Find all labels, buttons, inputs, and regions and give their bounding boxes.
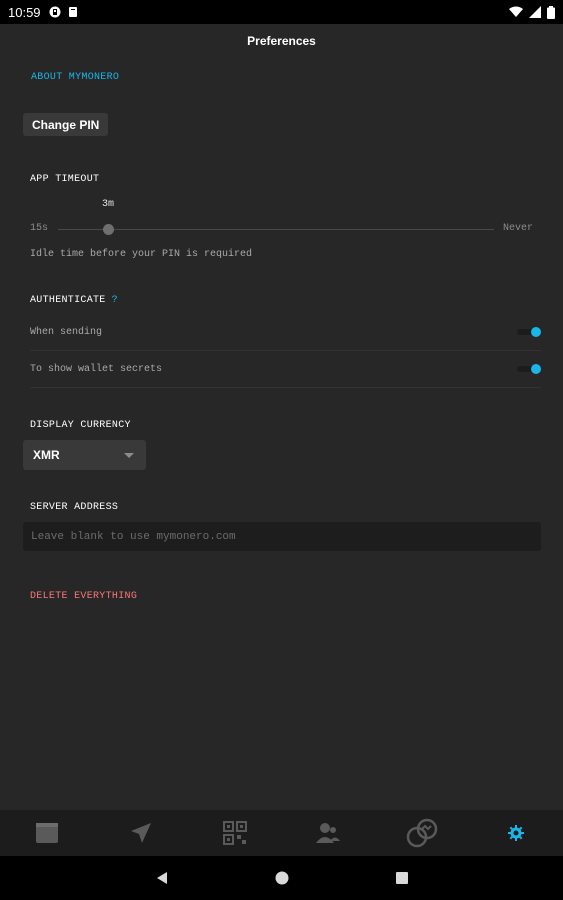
wallet-secrets-toggle[interactable] bbox=[517, 364, 541, 374]
status-bar: 10:59 bbox=[0, 0, 563, 24]
chevron-down-icon bbox=[124, 452, 134, 458]
toggle-knob bbox=[531, 327, 541, 337]
exchange-tab[interactable] bbox=[376, 810, 469, 856]
wallet-icon bbox=[35, 823, 58, 843]
system-nav-bar bbox=[0, 856, 563, 900]
wallet-secrets-label: To show wallet secrets bbox=[30, 363, 163, 375]
status-time: 10:59 bbox=[8, 4, 41, 20]
display-currency-heading: DISPLAY CURRENCY bbox=[30, 420, 131, 431]
gear-icon bbox=[508, 825, 525, 841]
contacts-tab[interactable] bbox=[282, 810, 375, 856]
exchange-icon bbox=[406, 818, 438, 848]
currency-select[interactable]: XMR bbox=[23, 440, 146, 470]
top-bar: Preferences bbox=[0, 24, 563, 58]
tab-bar bbox=[0, 810, 563, 856]
authenticate-label: AUTHENTICATE bbox=[30, 295, 106, 306]
clipboard-icon bbox=[68, 7, 77, 17]
page-title: Preferences bbox=[247, 34, 316, 48]
home-button[interactable] bbox=[222, 856, 342, 900]
notification-icon bbox=[49, 6, 61, 18]
send-tab[interactable] bbox=[94, 810, 187, 856]
contacts-icon bbox=[316, 823, 341, 843]
back-triangle-icon bbox=[156, 872, 167, 884]
change-pin-button[interactable]: Change PIN bbox=[23, 113, 109, 136]
signal-icon bbox=[529, 6, 541, 18]
timeout-min-label: 15s bbox=[30, 223, 49, 234]
back-button[interactable] bbox=[102, 856, 222, 900]
send-icon bbox=[130, 823, 151, 843]
timeout-max-label: Never bbox=[503, 223, 534, 234]
server-address-input[interactable] bbox=[23, 522, 541, 551]
battery-icon bbox=[547, 5, 555, 19]
qr-code-icon bbox=[222, 821, 247, 845]
preferences-screen: Preferences ABOUT MYMONERO Change PIN AP… bbox=[0, 24, 563, 810]
wifi-icon bbox=[509, 6, 523, 17]
change-pin-label: Change PIN bbox=[32, 117, 100, 132]
recents-button[interactable] bbox=[342, 856, 462, 900]
timeout-slider-track[interactable] bbox=[58, 229, 494, 230]
server-address-heading: SERVER ADDRESS bbox=[30, 502, 119, 513]
home-circle-icon bbox=[275, 871, 288, 885]
authenticate-heading: AUTHENTICATE? bbox=[30, 295, 118, 306]
toggle-row-wallet-secrets: To show wallet secrets bbox=[30, 351, 541, 388]
timeout-slider-thumb[interactable] bbox=[102, 224, 114, 235]
settings-tab[interactable] bbox=[470, 810, 563, 856]
currency-selected-value: XMR bbox=[33, 448, 60, 462]
when-sending-toggle[interactable] bbox=[517, 327, 541, 337]
request-tab[interactable] bbox=[188, 810, 281, 856]
about-mymonero-link[interactable]: ABOUT MYMONERO bbox=[31, 72, 119, 83]
wallets-tab[interactable] bbox=[0, 810, 93, 856]
timeout-help-text: Idle time before your PIN is required bbox=[30, 249, 253, 260]
when-sending-label: When sending bbox=[30, 326, 103, 338]
timeout-value: 3m bbox=[102, 199, 115, 210]
app-timeout-heading: APP TIMEOUT bbox=[30, 174, 100, 185]
toggle-row-when-sending: When sending bbox=[30, 314, 541, 351]
recents-square-icon bbox=[395, 872, 408, 884]
authenticate-help-icon[interactable]: ? bbox=[112, 295, 118, 306]
toggle-knob bbox=[531, 364, 541, 374]
delete-everything-button[interactable]: DELETE EVERYTHING bbox=[30, 591, 137, 602]
